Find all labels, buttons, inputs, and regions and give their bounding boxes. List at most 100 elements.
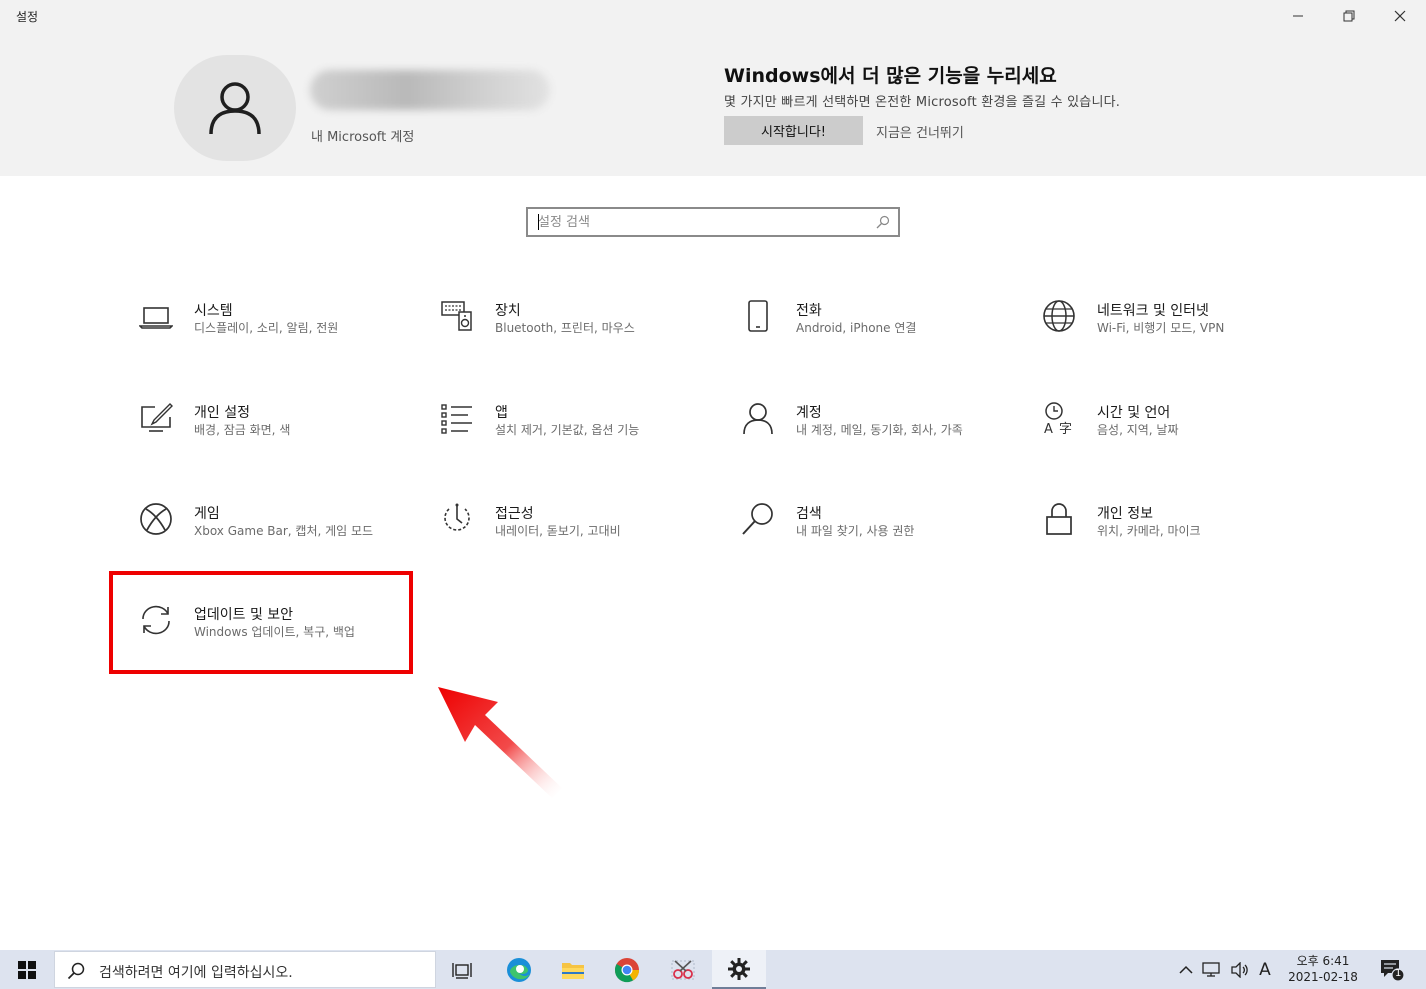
account-person-icon <box>740 400 776 436</box>
settings-search-input[interactable] <box>538 212 858 232</box>
tile-description: 배경, 잠금 화면, 색 <box>194 423 291 437</box>
search-magnifier-icon <box>740 501 776 537</box>
notification-count: 1 <box>1395 968 1402 979</box>
tile-name: 검색 <box>796 506 822 522</box>
tile-time-language[interactable]: A字 시간 및 언어 음성, 지역, 날짜 <box>1041 400 1301 480</box>
tile-description: 설치 제거, 기본값, 옵션 기능 <box>495 423 640 437</box>
close-button[interactable] <box>1376 0 1424 32</box>
highlight-box <box>109 571 413 674</box>
tile-description: Bluetooth, 프린터, 마우스 <box>495 321 635 335</box>
folder-icon <box>562 962 584 979</box>
tile-search[interactable]: 검색 내 파일 찾기, 사용 권한 <box>740 501 1000 581</box>
chrome-browser-icon <box>614 957 639 982</box>
laptop-icon <box>138 298 174 334</box>
pointer-arrow-icon <box>438 687 562 798</box>
close-icon <box>1394 10 1406 22</box>
taskbar-search-placeholder: 검색하려면 여기에 입력하십시오. <box>99 965 293 981</box>
clock-date: 2021-02-18 <box>1288 970 1358 984</box>
tile-description: Android, iPhone 연결 <box>796 321 917 335</box>
tile-personalization[interactable]: 개인 설정 배경, 잠금 화면, 색 <box>138 400 398 480</box>
tile-network[interactable]: 네트워크 및 인터넷 Wi-Fi, 비행기 모드, VPN <box>1041 298 1301 378</box>
task-view-button[interactable] <box>436 950 490 989</box>
settings-app[interactable] <box>712 950 766 989</box>
tile-phone[interactable]: 전화 Android, iPhone 연결 <box>740 298 1000 378</box>
tile-name: 게임 <box>194 506 220 522</box>
tile-name: 접근성 <box>495 506 534 522</box>
xbox-icon <box>138 501 174 537</box>
tile-devices[interactable]: 장치 Bluetooth, 프린터, 마우스 <box>439 298 699 378</box>
personalization-icon <box>138 400 174 436</box>
speaker-icon <box>1231 961 1248 978</box>
person-icon <box>209 82 261 135</box>
svg-text:字: 字 <box>1059 422 1072 435</box>
lock-icon <box>1041 501 1077 537</box>
tile-description: 내레이터, 돋보기, 고대비 <box>495 524 621 538</box>
text-caret <box>538 214 539 230</box>
tile-description: Xbox Game Bar, 캡처, 게임 모드 <box>194 524 374 538</box>
start-button[interactable] <box>0 950 54 989</box>
tile-name: 계정 <box>796 405 822 421</box>
globe-icon <box>1041 298 1077 334</box>
tile-privacy[interactable]: 개인 정보 위치, 카메라, 마이크 <box>1041 501 1301 581</box>
tile-name: 개인 설정 <box>194 405 250 421</box>
account-banner: 내 Microsoft 계정 Windows에서 더 많은 기능을 누리세요 몇… <box>0 32 1426 176</box>
network-tray-button[interactable] <box>1200 950 1224 989</box>
ms-account-link[interactable]: 내 Microsoft 계정 <box>311 126 414 145</box>
tile-description: 내 파일 찾기, 사용 권한 <box>796 524 915 538</box>
scissors-icon <box>671 959 695 979</box>
minimize-button[interactable] <box>1274 0 1322 32</box>
search-icon <box>876 215 890 229</box>
taskbar-search-box[interactable]: 검색하려면 여기에 입력하십시오. <box>54 951 436 988</box>
settings-search-box[interactable] <box>526 207 900 237</box>
tile-description: Wi-Fi, 비행기 모드, VPN <box>1097 321 1225 335</box>
skip-link[interactable]: 지금은 건너뛰기 <box>876 122 964 141</box>
taskbar: 검색하려면 여기에 입력하십시오. A 오후 6:41 2021-02-18 1 <box>0 950 1426 989</box>
promo-description: 몇 가지만 빠르게 선택하면 온전한 Microsoft 환경을 즐길 수 있습… <box>724 95 1121 110</box>
tile-name: 앱 <box>495 405 508 421</box>
edge-app[interactable] <box>492 950 546 989</box>
tile-gaming[interactable]: 게임 Xbox Game Bar, 캡처, 게임 모드 <box>138 501 398 581</box>
windows-logo-icon <box>18 960 36 979</box>
snipping-tool-app[interactable] <box>656 950 710 989</box>
tray-overflow-button[interactable] <box>1176 950 1196 989</box>
get-started-button[interactable]: 시작합니다! <box>724 116 863 145</box>
tile-name: 개인 정보 <box>1097 506 1153 522</box>
tile-accounts[interactable]: 계정 내 계정, 메일, 동기화, 회사, 가족 <box>740 400 1000 480</box>
network-icon <box>1202 961 1220 977</box>
tile-name: 시간 및 언어 <box>1097 405 1171 421</box>
system-clock[interactable]: 오후 6:41 2021-02-18 <box>1280 953 1366 985</box>
avatar[interactable] <box>174 55 296 161</box>
time-language-icon: A字 <box>1041 400 1077 436</box>
blurred-username <box>310 70 550 110</box>
tile-description: 디스플레이, 소리, 알림, 전원 <box>194 321 339 335</box>
restore-button[interactable] <box>1325 0 1373 32</box>
task-view-icon <box>452 962 472 979</box>
action-center-button[interactable]: 1 <box>1372 950 1412 989</box>
clock-time: 오후 6:41 <box>1296 954 1350 968</box>
svg-text:A: A <box>1044 422 1053 435</box>
minimize-icon <box>1293 15 1303 17</box>
search-icon <box>67 962 85 980</box>
tile-description: 내 계정, 메일, 동기화, 회사, 가족 <box>796 423 963 437</box>
tile-name: 네트워크 및 인터넷 <box>1097 303 1209 319</box>
file-explorer-app[interactable] <box>546 950 600 989</box>
tile-apps[interactable]: 앱 설치 제거, 기본값, 옵션 기능 <box>439 400 699 480</box>
chrome-app[interactable] <box>600 950 654 989</box>
restore-icon <box>1343 10 1355 22</box>
tile-name: 시스템 <box>194 303 233 319</box>
tile-name: 전화 <box>796 303 822 319</box>
phone-icon <box>740 298 776 334</box>
chevron-up-icon <box>1179 965 1193 974</box>
ime-indicator[interactable]: A <box>1254 950 1276 989</box>
tile-description: 위치, 카메라, 마이크 <box>1097 524 1201 538</box>
tile-system[interactable]: 시스템 디스플레이, 소리, 알림, 전원 <box>138 298 398 378</box>
volume-tray-button[interactable] <box>1228 950 1252 989</box>
promo-title: Windows에서 더 많은 기능을 누리세요 <box>724 65 1057 87</box>
apps-list-icon <box>439 400 475 436</box>
tile-description: 음성, 지역, 날짜 <box>1097 423 1179 437</box>
title-bar: 설정 <box>0 0 1426 32</box>
tile-name: 장치 <box>495 303 521 319</box>
edge-browser-icon <box>507 957 531 982</box>
devices-icon <box>439 298 475 334</box>
tile-ease-of-access[interactable]: 접근성 내레이터, 돋보기, 고대비 <box>439 501 699 581</box>
